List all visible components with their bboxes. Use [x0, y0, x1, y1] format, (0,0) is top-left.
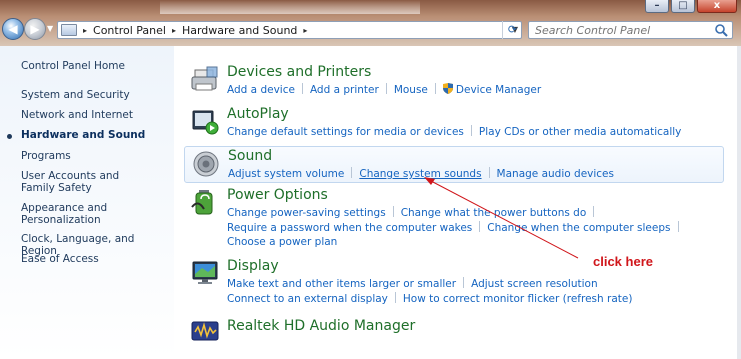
window-controls: – □ x: [645, 0, 737, 14]
sidebar-item-system-and-security[interactable]: System and Security: [21, 89, 171, 101]
display-title[interactable]: Display: [227, 258, 279, 274]
devices-links: Add a device Add a printer Mouse Device Man…: [227, 83, 541, 96]
link-divider: [351, 167, 353, 178]
forward-arrow-icon: ▶: [30, 22, 40, 36]
autoplay-links: Change default settings for media or dev…: [227, 125, 681, 138]
category-realtek-hd-audio-manager: Realtek HD Audio Manager: [184, 316, 724, 344]
link-divider: [488, 167, 490, 178]
close-icon: x: [713, 0, 721, 11]
link-divider: [301, 83, 303, 94]
power-links-row-1: Change power-saving settings Change what …: [227, 206, 601, 219]
devices-and-printers-title[interactable]: Devices and Printers: [227, 64, 371, 80]
power-icon[interactable]: [190, 187, 220, 217]
link-divider: [479, 221, 481, 232]
sidebar-item-network-and-internet[interactable]: Network and Internet: [21, 109, 171, 121]
refresh-icon: ⟳: [507, 23, 518, 36]
speaker-icon[interactable]: [191, 149, 221, 179]
current-item-bullet-icon: [7, 134, 12, 139]
uac-shield-icon: [442, 83, 453, 94]
click-here-annotation: click here: [593, 254, 653, 269]
power-options-title[interactable]: Power Options: [227, 187, 328, 203]
sidebar-item-hardware-and-sound[interactable]: Hardware and Sound: [21, 129, 171, 141]
main-content: Devices and Printers Add a device Add a p…: [174, 46, 741, 359]
refresh-button[interactable]: ⟳: [502, 21, 522, 39]
maximize-icon: □: [678, 0, 688, 11]
adjust-screen-resolution-link[interactable]: Adjust screen resolution: [471, 278, 598, 290]
device-manager-link[interactable]: Device Manager: [456, 84, 541, 96]
category-autoplay: AutoPlay Change default settings for med…: [184, 106, 724, 140]
power-links-row-3: Choose a power plan: [227, 236, 337, 248]
search-box[interactable]: [528, 21, 733, 39]
sidebar-item-user-accounts[interactable]: User Accounts and Family Safety: [21, 170, 151, 194]
choose-power-plan-link[interactable]: Choose a power plan: [227, 236, 337, 248]
breadcrumb-separator-icon[interactable]: ▸: [303, 26, 307, 35]
address-bar[interactable]: ▸ Control Panel ▸ Hardware and Sound ▸ ▼: [57, 21, 522, 39]
link-divider: [677, 221, 679, 232]
link-divider: [385, 83, 387, 94]
power-links-row-2: Require a password when the computer wak…: [227, 221, 686, 234]
sidebar-item-control-panel-home[interactable]: Control Panel Home: [21, 60, 171, 72]
breadcrumb-separator-icon[interactable]: ▸: [83, 26, 87, 35]
breadcrumb-control-panel[interactable]: Control Panel: [93, 24, 166, 37]
link-divider: [394, 292, 396, 303]
back-arrow-icon: ◀: [8, 22, 18, 36]
audio-manager-icon[interactable]: [190, 316, 220, 346]
search-input[interactable]: [535, 22, 715, 38]
breadcrumb-separator-icon[interactable]: ▸: [172, 26, 176, 35]
recent-pages-dropdown-icon[interactable]: ▼: [47, 24, 53, 33]
link-divider: [463, 277, 465, 288]
minimize-icon: –: [654, 0, 660, 11]
sidebar-item-appearance[interactable]: Appearance and Personalization: [21, 202, 131, 226]
connect-external-display-link[interactable]: Connect to an external display: [227, 293, 388, 305]
close-button[interactable]: x: [697, 0, 737, 13]
search-icon[interactable]: [714, 23, 728, 37]
link-divider: [434, 83, 436, 94]
make-text-larger-link[interactable]: Make text and other items larger or smal…: [227, 278, 456, 290]
sidebar-item-ease-of-access[interactable]: Ease of Access: [21, 253, 171, 265]
require-password-on-wake-link[interactable]: Require a password when the computer wak…: [227, 222, 472, 234]
link-divider: [470, 125, 472, 136]
sidebar: Control Panel Home System and Security N…: [0, 46, 174, 359]
change-system-sounds-link[interactable]: Change system sounds: [359, 168, 481, 180]
printer-icon[interactable]: [190, 64, 220, 94]
autoplay-icon[interactable]: [190, 106, 220, 136]
adjust-system-volume-link[interactable]: Adjust system volume: [228, 168, 344, 180]
change-sleep-time-link[interactable]: Change when the computer sleeps: [487, 222, 670, 234]
category-devices-and-printers: Devices and Printers Add a device Add a p…: [184, 64, 724, 98]
manage-audio-devices-link[interactable]: Manage audio devices: [497, 168, 614, 180]
category-power-options: Power Options Change power-saving settin…: [184, 187, 724, 249]
category-sound: Sound Adjust system volume Change system …: [184, 146, 724, 183]
add-a-device-link[interactable]: Add a device: [227, 84, 295, 96]
correct-monitor-flicker-link[interactable]: How to correct monitor flicker (refresh …: [403, 293, 633, 305]
change-default-media-settings-link[interactable]: Change default settings for media or dev…: [227, 126, 464, 138]
autoplay-title[interactable]: AutoPlay: [227, 106, 289, 122]
forward-button[interactable]: ▶: [24, 18, 46, 40]
display-links-row-2: Connect to an external display How to cor…: [227, 292, 632, 305]
titlebar-glass: [160, 0, 420, 14]
back-button[interactable]: ◀: [2, 18, 24, 40]
display-links-row-1: Make text and other items larger or smal…: [227, 277, 598, 290]
monitor-icon[interactable]: [190, 258, 220, 288]
minimize-button[interactable]: –: [645, 0, 669, 13]
play-cds-automatically-link[interactable]: Play CDs or other media automatically: [479, 126, 681, 138]
change-power-buttons-link[interactable]: Change what the power buttons do: [401, 207, 587, 219]
change-power-saving-settings-link[interactable]: Change power-saving settings: [227, 207, 386, 219]
scrollbar[interactable]: [737, 46, 741, 359]
sound-title[interactable]: Sound: [228, 148, 272, 164]
breadcrumb-hardware-and-sound[interactable]: Hardware and Sound: [182, 24, 297, 37]
sidebar-item-programs[interactable]: Programs: [21, 150, 171, 162]
realtek-title[interactable]: Realtek HD Audio Manager: [227, 318, 415, 334]
link-divider: [593, 206, 595, 217]
maximize-button[interactable]: □: [671, 0, 695, 13]
mouse-link[interactable]: Mouse: [394, 84, 428, 96]
sound-links: Adjust system volume Change system sounds…: [228, 167, 614, 180]
link-divider: [392, 206, 394, 217]
add-a-printer-link[interactable]: Add a printer: [310, 84, 379, 96]
control-panel-icon: [61, 24, 77, 36]
